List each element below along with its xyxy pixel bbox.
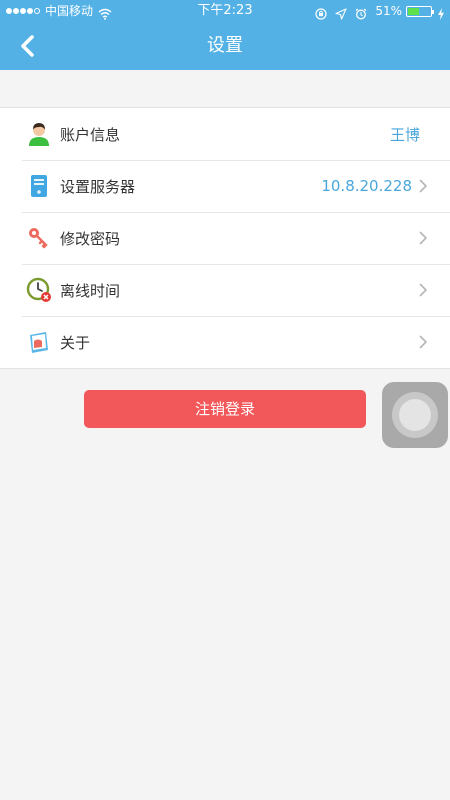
- settings-item-label: 账户信息: [60, 125, 121, 144]
- status-right: 51%: [307, 0, 444, 22]
- charging-icon: [438, 5, 444, 20]
- settings-item-label: 关于: [60, 333, 91, 352]
- page-title: 设置: [207, 35, 243, 56]
- settings-item-label: 设置服务器: [60, 177, 136, 196]
- assistive-touch-ring: [392, 392, 438, 438]
- chevron-right-icon: [419, 179, 428, 193]
- assistive-touch-button[interactable]: [382, 382, 448, 448]
- chevron-right-icon: [419, 335, 428, 349]
- navigation-bar: 设置: [0, 22, 450, 70]
- battery-fill: [408, 7, 419, 15]
- server-address-value: 10.8.20.228: [321, 177, 412, 195]
- battery-icon: [406, 5, 434, 17]
- clock-icon: [26, 277, 52, 303]
- settings-item-label: 离线时间: [60, 281, 121, 300]
- settings-item-label: 修改密码: [60, 229, 121, 248]
- settings-item-about[interactable]: 关于: [0, 316, 450, 368]
- location-icon: [335, 5, 347, 20]
- battery-percent: 51%: [375, 4, 402, 18]
- info-book-icon: [26, 329, 52, 355]
- chevron-right-icon: [419, 231, 428, 245]
- account-name-value: 王博: [389, 125, 420, 144]
- alarm-icon: [355, 5, 367, 20]
- status-bar: 中国移动 下午2:23 51%: [0, 0, 450, 22]
- chevron-right-icon: [419, 283, 428, 297]
- settings-item-account[interactable]: 账户信息 王博: [0, 108, 450, 160]
- settings-item-offline-time[interactable]: 离线时间: [0, 264, 450, 316]
- app-header: 中国移动 下午2:23 51% 设置: [0, 0, 450, 70]
- assistive-touch-core: [399, 399, 431, 431]
- user-icon: [26, 121, 52, 147]
- settings-item-password[interactable]: 修改密码: [0, 212, 450, 264]
- server-icon: [26, 173, 52, 199]
- key-icon: [26, 225, 52, 251]
- settings-list: 账户信息 王博 设置服务器 10.8.20.228 修改密码 离线时间 关于: [0, 107, 450, 369]
- logout-button[interactable]: 注销登录: [84, 390, 366, 428]
- settings-item-server[interactable]: 设置服务器 10.8.20.228: [0, 160, 450, 212]
- orientation-lock-icon: [315, 5, 327, 20]
